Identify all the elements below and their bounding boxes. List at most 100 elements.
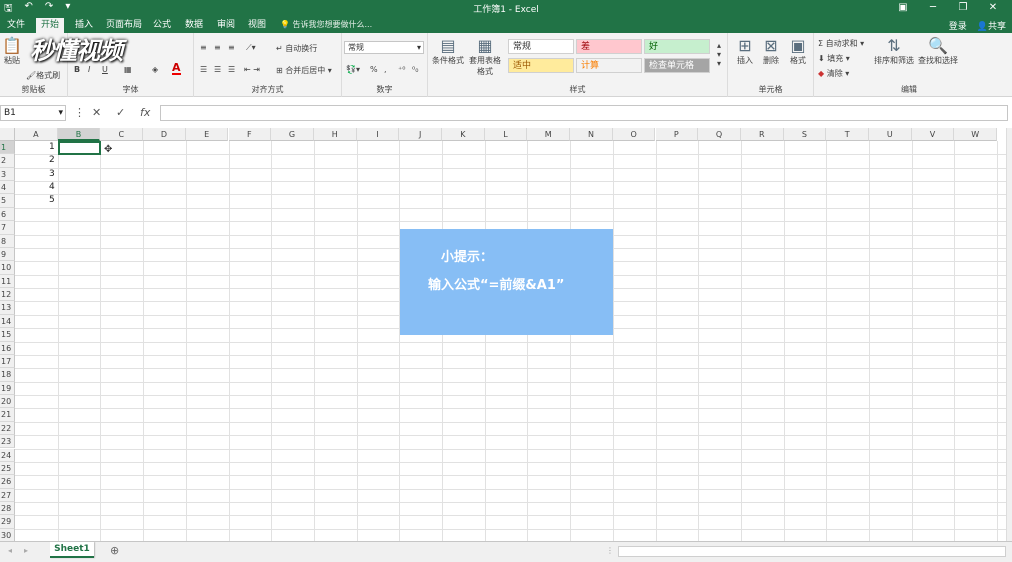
row-header-21[interactable]: 21	[0, 408, 15, 422]
find-select-button[interactable]: 🔍 查找和选择	[916, 37, 960, 66]
comma-icon[interactable]: ,	[384, 65, 387, 74]
cell-a4[interactable]: 4	[15, 181, 55, 194]
underline-button[interactable]: U	[102, 65, 108, 74]
row-header-18[interactable]: 18	[0, 368, 15, 382]
gallery-scroll-icon[interactable]: ▴ ▾ ▾	[717, 41, 721, 68]
align-top-icon[interactable]: ≡	[200, 43, 207, 52]
bold-button[interactable]: B	[74, 65, 80, 74]
format-cells-button[interactable]: ▣ 格式	[784, 37, 812, 66]
decimal-increase-icon[interactable]: ⁺⁰	[398, 65, 405, 74]
cell-a2[interactable]: 2	[15, 154, 55, 167]
tell-me-box[interactable]: 💡 告诉我您想要做什么...	[280, 19, 372, 30]
row-header-29[interactable]: 29	[0, 515, 15, 529]
column-header-u[interactable]: U	[869, 128, 912, 141]
insert-function-button[interactable]: fx	[140, 105, 150, 121]
cell-a3[interactable]: 3	[15, 168, 55, 181]
percent-button[interactable]: %	[370, 65, 378, 74]
row-header-22[interactable]: 22	[0, 421, 15, 436]
row-header-15[interactable]: 15	[0, 328, 15, 342]
enter-icon[interactable]: ✓	[116, 105, 125, 121]
align-left-icon[interactable]: ☰	[200, 65, 207, 74]
column-header-n[interactable]: N	[570, 128, 613, 141]
column-header-w[interactable]: W	[954, 128, 998, 141]
column-header-l[interactable]: L	[484, 128, 528, 141]
conditional-format-button[interactable]: ▤ 条件格式	[430, 37, 466, 66]
column-header-m[interactable]: M	[527, 128, 571, 141]
row-header-14[interactable]: 14	[0, 314, 15, 329]
sheet-tab-sheet1[interactable]: Sheet1	[50, 542, 94, 558]
row-header-5[interactable]: 5	[0, 194, 15, 208]
column-header-t[interactable]: T	[826, 128, 869, 141]
align-right-icon[interactable]: ☰	[228, 65, 235, 74]
row-header-8[interactable]: 8	[0, 234, 15, 248]
row-header-2[interactable]: 2	[0, 154, 15, 168]
more-icon[interactable]: ⋮	[74, 105, 85, 121]
column-header-i[interactable]: I	[356, 128, 400, 141]
tab-file[interactable]: 文件	[2, 18, 30, 33]
column-header-c[interactable]: C	[100, 128, 144, 141]
tab-view[interactable]: 视图	[243, 18, 271, 33]
clear-button[interactable]: ◆ 清除 ▾	[818, 68, 849, 79]
row-header-4[interactable]: 4	[0, 181, 15, 195]
sort-filter-button[interactable]: ⇅ 排序和筛选	[874, 37, 914, 66]
tab-formulas[interactable]: 公式	[148, 18, 176, 33]
formula-input[interactable]	[160, 105, 1008, 121]
column-header-a[interactable]: A	[15, 128, 58, 141]
column-header-e[interactable]: E	[185, 128, 229, 141]
column-header-g[interactable]: G	[271, 128, 314, 141]
column-header-b[interactable]: B	[57, 128, 101, 141]
cell-style-4[interactable]: 适中	[508, 58, 574, 73]
cancel-icon[interactable]: ✕	[92, 105, 101, 121]
login-link[interactable]: 登录	[949, 19, 967, 32]
italic-button[interactable]: I	[88, 65, 90, 74]
row-header-3[interactable]: 3	[0, 167, 15, 182]
cell-style-2[interactable]: 差	[576, 39, 642, 54]
add-sheet-icon[interactable]: ⊕	[110, 544, 119, 557]
font-color-button[interactable]: A	[172, 62, 181, 75]
row-header-12[interactable]: 12	[0, 288, 15, 302]
restore-icon[interactable]: ❐	[948, 0, 978, 16]
cell-a1[interactable]: 1	[15, 141, 55, 154]
align-bottom-icon[interactable]: ≡	[228, 43, 235, 52]
row-header-20[interactable]: 20	[0, 395, 15, 409]
column-header-o[interactable]: O	[612, 128, 656, 141]
border-icon[interactable]: ▦	[124, 65, 132, 74]
row-header-24[interactable]: 24	[0, 448, 15, 462]
split-handle-icon[interactable]: ⋮	[606, 546, 614, 555]
row-header-28[interactable]: 28	[0, 501, 15, 516]
cell-style-1[interactable]: 常规	[508, 39, 574, 54]
format-as-table-button[interactable]: ▦ 套用表格格式	[466, 37, 504, 77]
row-header-25[interactable]: 25	[0, 461, 15, 476]
cell-style-3[interactable]: 好	[644, 39, 710, 54]
select-all-corner[interactable]	[0, 128, 15, 141]
name-box[interactable]: B1 ▾	[0, 105, 66, 121]
cell-style-6[interactable]: 检查单元格	[644, 58, 710, 73]
tab-scroll-right-icon[interactable]: ▸	[24, 546, 28, 555]
column-header-k[interactable]: K	[442, 128, 485, 141]
format-painter-button[interactable]: 🖌格式刷	[26, 70, 60, 81]
close-icon[interactable]: ✕	[978, 0, 1008, 16]
column-header-r[interactable]: R	[740, 128, 784, 141]
row-header-6[interactable]: 6	[0, 207, 15, 222]
column-header-q[interactable]: Q	[698, 128, 741, 141]
row-header-16[interactable]: 16	[0, 341, 15, 355]
currency-icon[interactable]: 💱▾	[346, 65, 360, 74]
column-header-f[interactable]: F	[228, 128, 272, 141]
number-format-select[interactable]: 常规 ▾	[344, 41, 424, 54]
vertical-scrollbar[interactable]	[1006, 128, 1012, 541]
decimal-decrease-icon[interactable]: ⁰₀	[412, 65, 418, 74]
fill-color-icon[interactable]: ◈	[152, 65, 158, 74]
row-header-13[interactable]: 13	[0, 301, 15, 315]
column-header-j[interactable]: J	[399, 128, 442, 141]
fill-button[interactable]: ⬇ 填充 ▾	[818, 53, 850, 64]
insert-cells-button[interactable]: ⊞ 插入	[732, 37, 758, 66]
row-header-17[interactable]: 17	[0, 354, 15, 369]
row-header-10[interactable]: 10	[0, 261, 15, 275]
wrap-text-button[interactable]: ↵ 自动换行	[276, 43, 317, 54]
column-header-s[interactable]: S	[783, 128, 827, 141]
share-button[interactable]: 👤共享	[977, 19, 1006, 32]
minimize-icon[interactable]: ─	[918, 0, 948, 16]
column-header-p[interactable]: P	[655, 128, 699, 141]
autosum-button[interactable]: Σ 自动求和 ▾	[818, 38, 864, 49]
column-header-h[interactable]: H	[313, 128, 357, 141]
